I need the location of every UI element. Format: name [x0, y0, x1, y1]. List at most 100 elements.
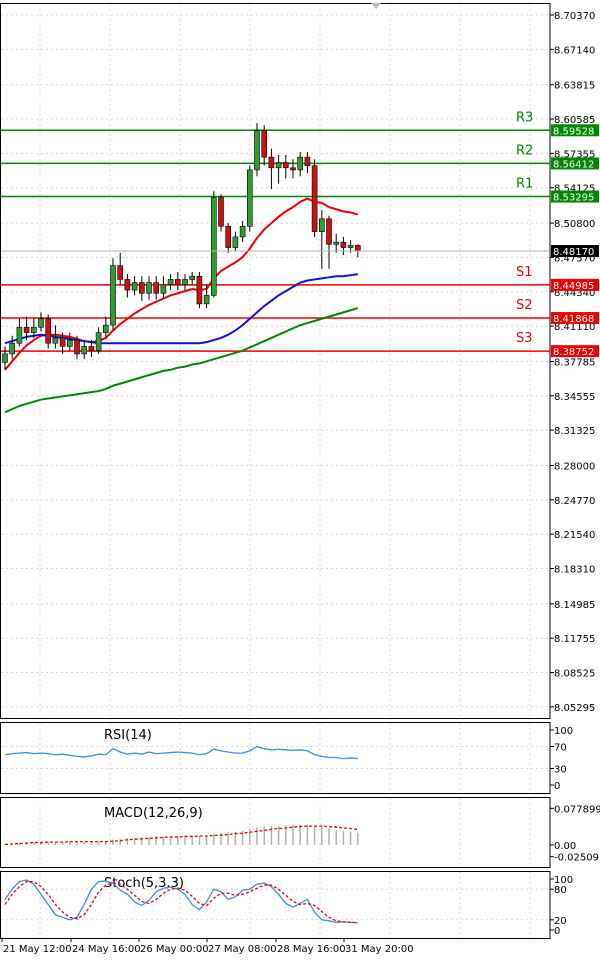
candle-body [182, 279, 188, 286]
price-tag-text-r2: 8.56412 [553, 159, 594, 170]
y-tick-label: 8.50800 [554, 219, 595, 230]
macd-tick-label: 0.077899 [554, 804, 600, 815]
x-tick-label: 24 May 16:00 [72, 944, 141, 955]
candle-body [196, 275, 203, 305]
price-tag-text-s3: 8.38752 [553, 347, 594, 358]
y-tick-label: 8.08525 [554, 669, 595, 680]
y-tick-label: 8.28000 [554, 461, 595, 472]
price-tag-text-s2: 8.41868 [553, 314, 594, 325]
candle-body [2, 353, 8, 363]
candle-body [103, 324, 109, 333]
pivot-label-s3: S3 [516, 331, 533, 346]
candle-body [232, 236, 239, 248]
y-tick-label: 8.05295 [554, 703, 595, 714]
y-tick-label: 8.24770 [554, 496, 595, 507]
candle-body [74, 339, 80, 355]
candle-body [333, 241, 340, 245]
rsi-tick-label: 30 [554, 765, 567, 776]
candle-body [131, 282, 138, 291]
candle-body [275, 162, 282, 169]
candle-body [318, 218, 325, 232]
candle-body [52, 337, 59, 344]
rsi-tick-label: 100 [554, 726, 573, 737]
candle-body [95, 332, 102, 351]
candle-body [139, 282, 145, 294]
candle-body [282, 162, 289, 169]
y-tick-label: 8.14985 [554, 600, 595, 611]
panel-frame-stoch [0, 871, 551, 939]
candle-body [239, 225, 246, 238]
candle-body [88, 346, 95, 351]
chart-window: R3 R2 R1 S1 S2 S3 RSI(14) MACD(12,26,9) Stoch… [0, 0, 600, 960]
pivot-label-s2: S2 [516, 298, 533, 313]
y-tick-label: 8.21540 [554, 530, 595, 541]
candle-body [124, 279, 131, 291]
macd-tick-label: -0.02509 [554, 853, 599, 864]
pivot-label-r2: R2 [516, 143, 533, 158]
candle-body [254, 130, 260, 171]
x-tick-label: 27 May 08:00 [208, 944, 277, 955]
panel-frame-rsi [0, 722, 551, 794]
candle-body [203, 295, 210, 305]
candle-body [9, 342, 15, 355]
x-tick-label: 26 May 00:00 [140, 944, 209, 955]
candle-body [81, 346, 87, 355]
candle-body [146, 282, 152, 294]
candle-body [218, 197, 224, 227]
current-price-text: 8.48170 [553, 247, 594, 258]
y-tick-label: 8.18310 [554, 565, 595, 576]
rsi-tick-label: 70 [554, 743, 567, 754]
candle-body [30, 326, 37, 333]
candle-body [189, 275, 195, 280]
candle-body [45, 318, 52, 344]
y-tick-label: 8.63815 [554, 81, 595, 92]
candle-body [297, 156, 304, 171]
candle-body [304, 156, 311, 166]
pivot-label-s1: S1 [516, 265, 533, 280]
candle-body [268, 156, 275, 169]
candle-body [160, 284, 167, 294]
candle-body [153, 282, 159, 294]
candle-body [225, 225, 231, 248]
y-tick-label: 8.67140 [554, 45, 595, 56]
y-tick-label: 8.34555 [554, 392, 595, 403]
x-tick-label: 21 May 12:00 [3, 944, 72, 955]
rsi-title: RSI(14) [104, 728, 152, 743]
candle-body [311, 165, 318, 232]
candle-body [167, 279, 174, 286]
rsi-tick-label: 0 [554, 781, 560, 792]
candle-body [23, 326, 30, 333]
candle-body [261, 130, 268, 158]
chart-svg: R3R2R1S1S2S3 RSI(14) MACD(12,26,9) Stoch… [0, 3, 600, 955]
candle-body [110, 265, 116, 326]
candle-body [38, 318, 44, 328]
candle-body [326, 218, 332, 245]
y-tick-label: 8.37785 [554, 357, 595, 368]
candle-body [59, 337, 66, 347]
stoch-tick-label: 80 [554, 885, 567, 896]
x-tick-label: 28 May 16:00 [277, 944, 346, 955]
candle-body [211, 197, 217, 296]
candle-body [340, 241, 347, 248]
price-tag-text-r1: 8.53295 [553, 193, 594, 204]
y-tick-label: 8.11755 [554, 634, 595, 645]
candle-body [175, 279, 181, 286]
stoch-tick-label: 0 [554, 926, 560, 937]
candle-body [16, 326, 23, 344]
macd-title: MACD(12,26,9) [104, 806, 203, 821]
candle-body [67, 339, 73, 347]
pivot-label-r1: R1 [516, 177, 533, 192]
candle-body [354, 245, 361, 252]
candle-body [117, 265, 123, 280]
x-tick-label: 31 May 20:00 [345, 944, 414, 955]
candle-body [247, 169, 253, 227]
price-tag-text-s1: 8.44985 [553, 281, 594, 292]
price-tag-text-r3: 8.59528 [553, 126, 594, 137]
y-tick-label: 8.70370 [554, 11, 595, 22]
candle-body [347, 245, 354, 248]
candle-body [290, 167, 296, 171]
macd-tick-label: 0.00 [554, 841, 576, 852]
y-tick-label: 8.31325 [554, 426, 595, 437]
pivot-label-r3: R3 [516, 110, 533, 125]
panel-frame-macd [0, 797, 551, 868]
